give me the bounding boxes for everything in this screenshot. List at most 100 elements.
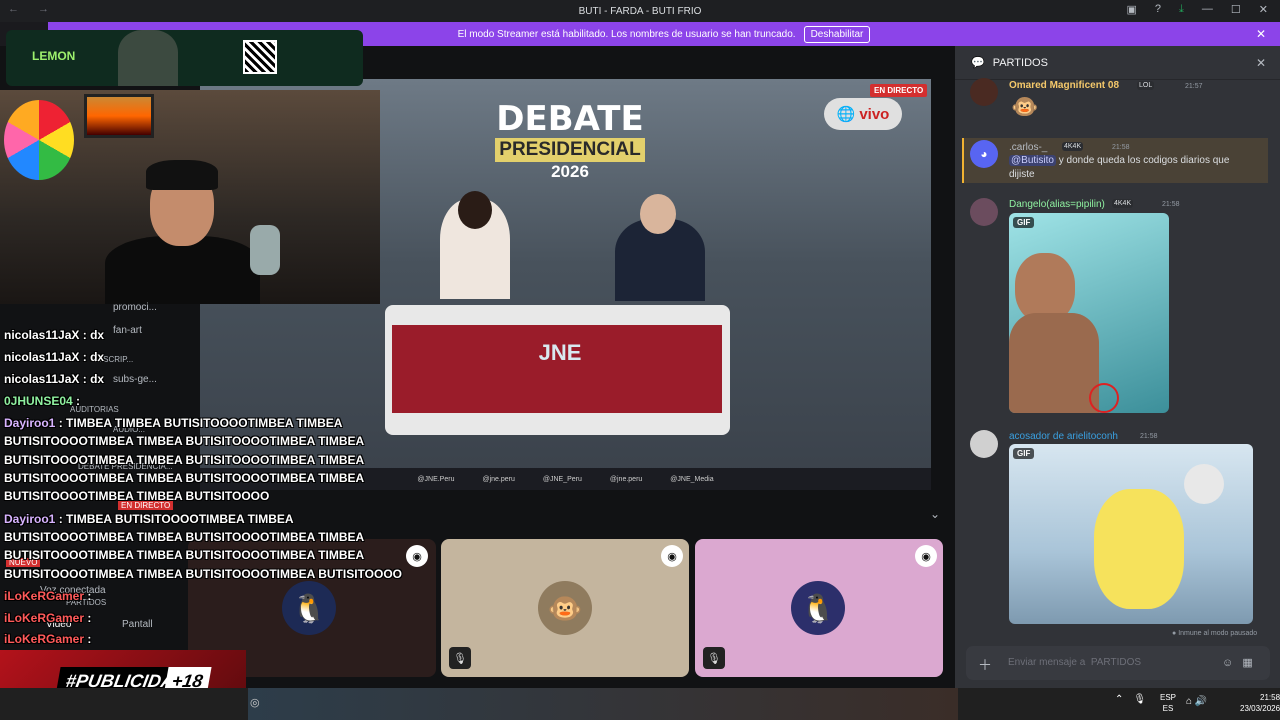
input-placeholder: Enviar mensaje a PARTIDOS: [1008, 657, 1142, 668]
chat-line: BUTISITOOOOTIMBEA TIMBEA BUTISITOOOOTIMB…: [4, 453, 365, 467]
disable-streamer-button[interactable]: Deshabilitar: [803, 25, 871, 43]
gif-attachment[interactable]: GIF: [1009, 444, 1253, 624]
maximize-button[interactable]: ☐: [1231, 3, 1241, 16]
gif-dog: [1094, 489, 1184, 609]
user-avatar: 🐵: [538, 581, 592, 635]
muted-mic-icon: 🎙: [703, 647, 725, 669]
role-badge: 4K4K: [1112, 199, 1134, 208]
help-icon[interactable]: ?: [1155, 3, 1161, 16]
mic-icon[interactable]: 🎙: [1133, 694, 1146, 705]
window-title: BUTI - FARDA - BUTI FRIO: [578, 5, 702, 17]
message-author[interactable]: Dangelo(alias=pipilin): [1009, 199, 1105, 210]
inbox-icon[interactable]: ▣: [1127, 3, 1137, 16]
social-fb: @JNE.Peru: [417, 475, 455, 483]
channel-name: PARTIDOS: [992, 56, 1048, 69]
nav-arrows[interactable]: ← →: [8, 3, 57, 15]
chat-line: Dayiroo1 : TIMBEA TIMBEA BUTISITOOOOTIMB…: [4, 416, 343, 430]
chat-line: iLoKeRGamer :: [4, 589, 92, 603]
chat-line: Dayiroo1 : TIMBEA BUTISITOOOOTIMBEA TIMB…: [4, 512, 294, 526]
chat-line: BUTISITOOOOTIMBEA TIMBEA BUTISITOOOOTIMB…: [4, 530, 365, 544]
vivo-logo: 🌐 vivo: [824, 98, 902, 130]
channel-subsge[interactable]: subs-ge...: [113, 374, 157, 385]
gif-attachment[interactable]: GIF: [1009, 213, 1169, 413]
system-tray: ⌃ 🎙: [1115, 694, 1146, 705]
close-banner-icon[interactable]: ✕: [1256, 27, 1266, 41]
apps-icon[interactable]: ▦: [1242, 657, 1252, 669]
chevron-down-icon[interactable]: ⌄: [930, 507, 940, 521]
qr-code: [243, 40, 277, 74]
gif-tag: GIF: [1013, 217, 1035, 228]
minimize-button[interactable]: —: [1202, 3, 1213, 16]
penguin-avatar: 🐧: [282, 581, 336, 635]
live-badge: EN DIRECTO: [870, 84, 928, 97]
gif-microphone: [1184, 464, 1224, 504]
message-time: 21:58: [1112, 144, 1130, 151]
social-yt: @JNE_Media: [670, 475, 714, 483]
add-attachment-icon[interactable]: ＋: [978, 655, 992, 675]
message-author[interactable]: .carlos-_: [1009, 142, 1047, 153]
title-bar: ← → BUTI - FARDA - BUTI FRIO ▣ ? ⤓ — ☐ ✕: [0, 0, 1280, 22]
message-author[interactable]: acosador de arielitoconh: [1009, 431, 1118, 442]
muted-mic-icon: 🎙: [449, 647, 471, 669]
gif-person-body: [1009, 313, 1099, 413]
channel-fanart[interactable]: fan-art: [113, 325, 142, 336]
participant-tile-3[interactable]: ◉ 🐧 🎙: [695, 539, 943, 677]
network-volume-icons[interactable]: ⌂ 🔊: [1186, 696, 1207, 707]
monkey-emoji: 🐵: [1011, 94, 1039, 119]
avatar[interactable]: [970, 78, 998, 106]
avatar[interactable]: [970, 198, 998, 226]
stream-icon: ◉: [406, 545, 428, 567]
chat-line: 0JHUNSE04 :: [4, 394, 81, 408]
discord-avatar[interactable]: ◕: [970, 140, 998, 168]
message-text: @Butisito y donde queda los codigos diar…: [1009, 155, 1230, 180]
message-author[interactable]: Omared Magnificent 08: [1009, 80, 1119, 91]
fireplace-screen: [84, 94, 154, 138]
thread-icon: 💬: [971, 57, 985, 69]
close-window-button[interactable]: ✕: [1259, 3, 1268, 16]
streamer-body: [105, 236, 260, 304]
social-x: @JNE_Peru: [542, 475, 582, 483]
participant-tile-2[interactable]: ◉ 🐵 🎙: [441, 539, 689, 677]
chat-line: nicolas11JaX : dx: [4, 372, 105, 386]
role-badge: 4K4K: [1062, 142, 1084, 151]
taskbar-app-icon[interactable]: ◎: [250, 696, 260, 709]
lemon-logo: LEMON: [32, 49, 76, 63]
chat-line: nicolas11JaX : dx: [4, 328, 105, 342]
chat-line: BUTISITOOOOTIMBEA TIMBEA BUTISITOOOOTIMB…: [4, 567, 403, 581]
chat-line: iLoKeRGamer :: [4, 611, 92, 625]
input-actions: ☺ ▦: [1222, 656, 1253, 669]
debate-title-line2: PRESIDENCIAL: [495, 138, 645, 162]
desk-panel: [392, 325, 722, 413]
clock[interactable]: 21:58 23/03/2026: [1240, 692, 1280, 714]
message-time: 21:58: [1162, 201, 1180, 208]
emoji-icon[interactable]: ☺: [1222, 657, 1233, 669]
role-badge: LOL: [1137, 81, 1155, 90]
channel-promoci[interactable]: promoci...: [113, 302, 157, 313]
message-time: 21:57: [1185, 83, 1203, 90]
social-ig: @jne.peru: [482, 475, 515, 483]
chat-line: BUTISITOOOOTIMBEA TIMBEA BUTISITOOOOTIMB…: [4, 548, 365, 562]
chat-line: BUTISITOOOOTIMBEA TIMBEA BUTISITOOOOTIMB…: [4, 434, 365, 448]
close-icon[interactable]: ✕: [1256, 56, 1266, 70]
vivo-label: vivo: [859, 105, 890, 123]
debate-title: DEBATE PRESIDENCIAL 2026: [470, 100, 670, 182]
panel-header: 💬 PARTIDOS: [955, 46, 1280, 80]
stream-icon: ◉: [661, 545, 683, 567]
taskbar-app-preview: [248, 688, 958, 720]
gif-red-circle: [1089, 383, 1119, 413]
jne-logo: JNE: [538, 340, 582, 365]
chat-line: BUTISITOOOOTIMBEA TIMBEA BUTISITOOOO: [4, 489, 270, 503]
window-controls: ▣ ? ⤓ — ☐ ✕: [1127, 3, 1269, 16]
avatar[interactable]: [970, 430, 998, 458]
download-icon[interactable]: ⤓: [1179, 3, 1184, 16]
chevron-up-icon[interactable]: ⌃: [1115, 694, 1123, 705]
streamer-message: El modo Streamer está habilitado. Los no…: [457, 28, 796, 40]
screen-share-button[interactable]: Pantall: [122, 619, 153, 630]
prize-wheel: [4, 100, 74, 180]
social-tiktok: @jne.peru: [609, 475, 643, 483]
moderator-male-head: [640, 194, 676, 234]
language-indicator[interactable]: ESP ES: [1160, 692, 1176, 714]
message-time: 21:58: [1140, 433, 1158, 440]
stream-icon: ◉: [915, 545, 937, 567]
user-mention[interactable]: @Butisito: [1009, 155, 1056, 166]
